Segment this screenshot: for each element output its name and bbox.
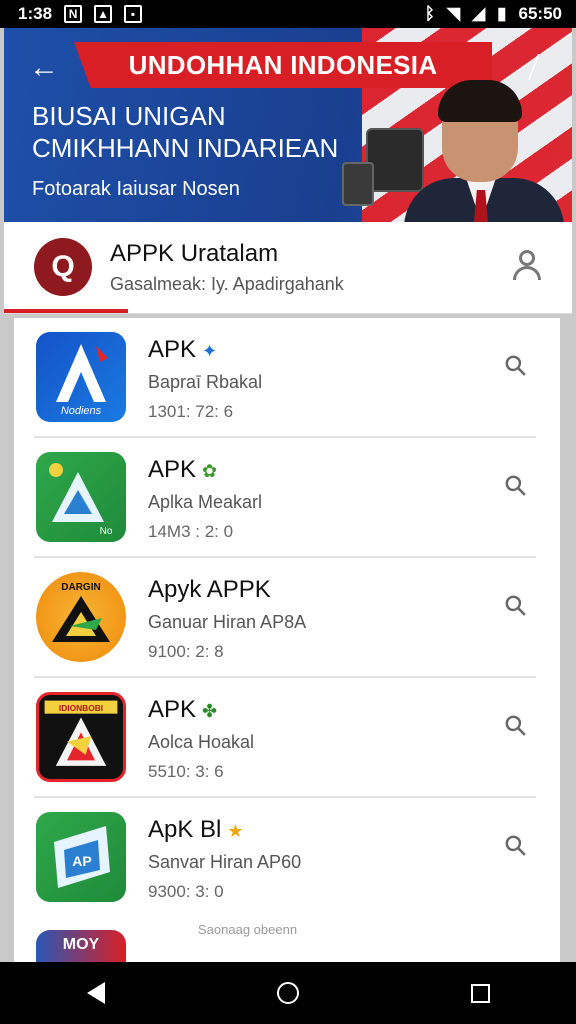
download-icon[interactable]: ⚲ bbox=[493, 583, 538, 628]
status-bar-left: 1:38 N ▲ ▪ bbox=[18, 4, 143, 24]
bluetooth-icon: ᛒ bbox=[424, 4, 435, 23]
svg-text:IDIONBOBI: IDIONBOBI bbox=[59, 703, 103, 713]
footer-text: Saonaag obeenn bbox=[198, 922, 298, 937]
status-bar: 1:38 N ▲ ▪ ᛒ ◥ ◢ ▮ 65:50 bbox=[0, 0, 576, 28]
list-item[interactable]: IDIONBOBI APK ✤ Aolca Hoakal 5510: 3: 6 ⚲ bbox=[14, 678, 560, 798]
back-arrow-icon[interactable]: ← bbox=[26, 50, 62, 86]
badge-icon: ★ bbox=[227, 821, 244, 841]
item-developer: Ganuar Hiran AP8A bbox=[148, 612, 307, 632]
app-icon: DARGIN bbox=[36, 572, 126, 662]
item-meta: 14M3 : 2: 0 bbox=[148, 522, 234, 541]
svg-text:Nodiens: Nodiens bbox=[61, 405, 102, 417]
app-title: APPK Uratalam bbox=[110, 240, 279, 267]
nav-back-button[interactable] bbox=[72, 969, 120, 1017]
partial-app-icon[interactable]: MOY bbox=[36, 930, 126, 962]
badge-icon: ✿ bbox=[202, 461, 218, 481]
app-screen: ← UNDOHHAN INDONESIA ⟋ BIUSAI UNIGAN CMI… bbox=[0, 28, 576, 962]
download-icon[interactable]: ⚲ bbox=[493, 463, 538, 508]
recents-square-icon bbox=[470, 983, 490, 1003]
back-triangle-icon bbox=[87, 982, 105, 1004]
banner-subtitle: Fotoarak Iaiusar Nosen bbox=[32, 178, 240, 200]
download-icon[interactable]: ⚲ bbox=[493, 823, 538, 868]
gallery-icon: ▪ bbox=[124, 5, 143, 23]
item-title: APK ✿ bbox=[148, 456, 218, 483]
download-icon[interactable]: ⚲ bbox=[493, 343, 538, 388]
item-title: ApK Bl ★ bbox=[148, 816, 244, 843]
download-icon[interactable]: ⚲ bbox=[493, 703, 538, 748]
notification-n-icon: N bbox=[64, 5, 83, 23]
item-title: Apyk APPK bbox=[148, 576, 271, 603]
app-logo-icon[interactable]: Q bbox=[34, 238, 92, 296]
navigation-bar bbox=[0, 962, 576, 1024]
app-icon: No bbox=[36, 452, 126, 542]
svg-text:No: No bbox=[100, 526, 113, 537]
item-developer: Aplka Meakarl bbox=[148, 492, 263, 512]
banner-line-2: CMIKHHANN INDARIEAN bbox=[32, 133, 339, 163]
banner-line-1: BIUSAI UNIGAN bbox=[32, 101, 226, 131]
item-meta: 1301: 72: 6 bbox=[148, 402, 234, 421]
item-meta: 5510: 3: 6 bbox=[148, 762, 224, 781]
app-icon: IDIONBOBI bbox=[36, 692, 126, 782]
nav-home-button[interactable] bbox=[264, 969, 312, 1017]
app-list: Nodiens APK ✦ Bapraī Rbakal 1301: 72: 6 ⚲… bbox=[14, 318, 560, 962]
profile-icon[interactable] bbox=[510, 248, 544, 282]
list-item[interactable]: AP ApK Bl ★ Sanvar Hiran AP60 9300: 3: 0 … bbox=[14, 798, 560, 918]
app-header: Q APPK Uratalam Gasalmeak: Iy. Apadirgah… bbox=[4, 222, 572, 314]
badge-icon: ✦ bbox=[202, 341, 218, 361]
app-icon: AP bbox=[36, 812, 126, 902]
wifi-icon: ◥ bbox=[447, 4, 461, 23]
person-portrait bbox=[404, 78, 564, 222]
active-tab-indicator bbox=[4, 309, 128, 313]
item-developer: Sanvar Hiran AP60 bbox=[148, 852, 302, 872]
item-meta: 9300: 3: 0 bbox=[148, 882, 224, 901]
app-subtitle: Gasalmeak: Iy. Apadirgahank bbox=[110, 274, 344, 294]
item-developer: Aolca Hoakal bbox=[148, 732, 255, 752]
app-icon: Nodiens bbox=[36, 332, 126, 422]
status-time: 1:38 bbox=[18, 4, 53, 23]
promo-banner[interactable]: ← UNDOHHAN INDONESIA ⟋ BIUSAI UNIGAN CMI… bbox=[4, 28, 572, 222]
signal-icon: ◢ bbox=[472, 4, 486, 23]
badge-icon: ✤ bbox=[202, 701, 218, 721]
image-icon: ▲ bbox=[94, 5, 113, 23]
home-circle-icon bbox=[277, 982, 299, 1004]
status-right-text: 65:50 bbox=[518, 4, 562, 23]
battery-icon: ▮ bbox=[497, 4, 507, 23]
item-developer: Bapraī Rbakal bbox=[148, 372, 263, 392]
list-item[interactable]: DARGIN Apyk APPK Ganuar Hiran AP8A 9100:… bbox=[14, 558, 560, 678]
list-footer: MOY Saonaag obeenn bbox=[14, 918, 560, 962]
item-title: APK ✦ bbox=[148, 336, 218, 363]
svg-text:AP: AP bbox=[72, 853, 91, 869]
item-meta: 9100: 2: 8 bbox=[148, 642, 224, 661]
status-bar-right: ᛒ ◥ ◢ ▮ 65:50 bbox=[425, 4, 562, 24]
nav-recents-button[interactable] bbox=[456, 969, 504, 1017]
list-item[interactable]: No APK ✿ Aplka Meakarl 14M3 : 2: 0 ⚲ bbox=[14, 438, 560, 558]
item-title: APK ✤ bbox=[148, 696, 218, 723]
svg-text:DARGIN: DARGIN bbox=[61, 582, 100, 593]
list-item[interactable]: Nodiens APK ✦ Bapraī Rbakal 1301: 72: 6 ⚲ bbox=[14, 318, 560, 438]
